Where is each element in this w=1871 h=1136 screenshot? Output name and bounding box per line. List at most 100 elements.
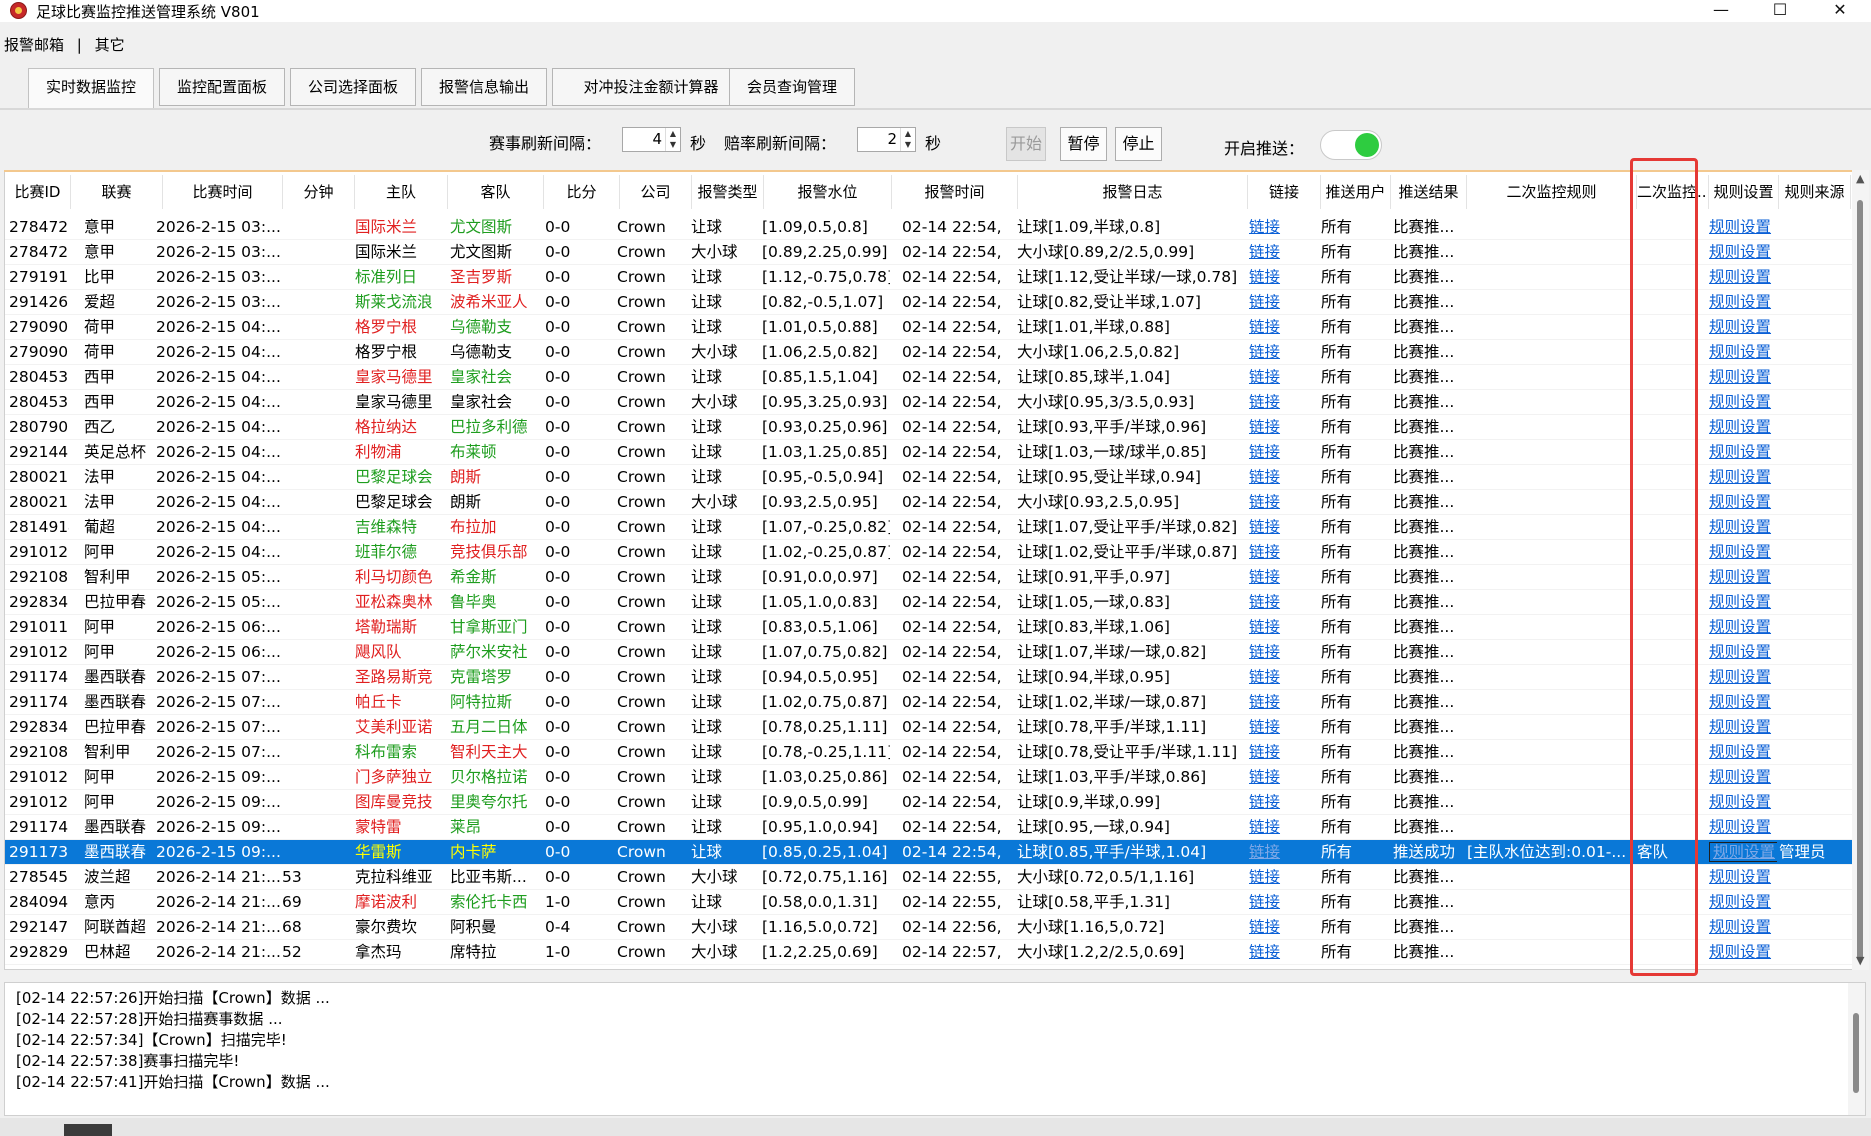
table-row[interactable]: 2928347 巴拉甲春 2026-2-15 07:... 艾美利亚诺五月二日体 0-0… [5, 715, 1853, 740]
rule-setting-link[interactable]: 规则设置 [1709, 793, 1771, 811]
table-row[interactable]: 2807903 西乙 2026-2-15 04:... 格拉纳达 巴拉多利德 0-0 Cro… [5, 415, 1853, 440]
pause-button[interactable]: 暂停 [1060, 127, 1107, 161]
header-secondary-rule[interactable]: 二次监控规则 [1467, 175, 1637, 209]
scroll-down-icon[interactable]: ▼ [1856, 954, 1864, 967]
link-cell[interactable]: 链接 [1249, 290, 1319, 315]
table-row[interactable]: 2910119 阿甲 2026-2-15 06:... 塔勒瑞斯 甘拿斯亚门 0-0 Cro… [5, 615, 1853, 640]
match-link[interactable]: 链接 [1249, 368, 1280, 386]
link-cell[interactable]: 链接 [1249, 415, 1319, 440]
header-alarm-odds[interactable]: 报警水位 [764, 175, 892, 209]
log-scroll-thumb[interactable] [1853, 1013, 1859, 1093]
rule-setting-link[interactable]: 规则设置 [1709, 493, 1771, 511]
link-cell[interactable]: 链接 [1249, 515, 1319, 540]
rule-setting-link[interactable]: 规则设置 [1709, 443, 1771, 461]
tab-hedge-calculator[interactable]: 对冲投注金额计算器 [552, 68, 750, 106]
table-row[interactable]: 2804531 西甲 2026-2-15 04:... 皇家马德里皇家社会 0-0 Cro… [5, 390, 1853, 415]
tab-member-query[interactable]: 会员查询管理 [729, 68, 855, 106]
rule-setting-link[interactable]: 规则设置 [1709, 265, 1777, 290]
match-link[interactable]: 链接 [1249, 743, 1280, 761]
rule-setting-link[interactable]: 规则设置 [1709, 815, 1777, 840]
maximize-button[interactable]: ☐ [1755, 0, 1805, 22]
rule-setting-link[interactable]: 规则设置 [1709, 365, 1777, 390]
rule-setting-link[interactable]: 规则设置 [1709, 943, 1771, 961]
table-row[interactable]: 2790906 荷甲 2026-2-15 04:... 格罗宁根 乌德勒支 0-0 Crow… [5, 315, 1853, 340]
header-link[interactable]: 链接 [1248, 175, 1321, 209]
match-link[interactable]: 链接 [1249, 843, 1280, 861]
link-cell[interactable]: 链接 [1249, 565, 1319, 590]
menu-item-other[interactable]: 其它 [95, 34, 125, 55]
link-cell[interactable]: 链接 [1249, 240, 1319, 265]
match-refresh-spinner[interactable]: 4 ▲ ▼ [622, 127, 681, 152]
push-toggle[interactable] [1320, 130, 1382, 160]
match-link[interactable]: 链接 [1249, 393, 1280, 411]
header-away-team[interactable]: 客队 [448, 175, 544, 209]
match-link[interactable]: 链接 [1249, 468, 1280, 486]
link-cell[interactable]: 链接 [1249, 765, 1319, 790]
tab-realtime-monitor[interactable]: 实时数据监控 [28, 68, 154, 109]
table-row[interactable]: 2911739 墨西联春 2026-2-15 09:... 华雷斯 内卡萨 0-0 Crow… [5, 840, 1853, 865]
link-cell[interactable]: 链接 [1249, 840, 1319, 865]
tab-company-select[interactable]: 公司选择面板 [290, 68, 416, 106]
link-cell[interactable]: 链接 [1249, 740, 1319, 765]
match-link[interactable]: 链接 [1249, 618, 1280, 636]
rule-setting-link[interactable]: 规则设置 [1709, 915, 1777, 940]
start-button[interactable]: 开始 [1006, 127, 1046, 161]
rule-setting-link[interactable]: 规则设置 [1709, 818, 1771, 836]
scroll-thumb[interactable] [1857, 200, 1863, 960]
link-cell[interactable]: 链接 [1249, 215, 1319, 240]
rule-setting-link[interactable]: 规则设置 [1709, 640, 1777, 665]
stop-button[interactable]: 停止 [1115, 127, 1162, 161]
table-vertical-scrollbar[interactable]: ▲ ▼ [1852, 170, 1869, 970]
table-row[interactable]: 2791912 比甲 2026-2-15 03:... 标准列日 圣吉罗斯 0-0 Crow… [5, 265, 1853, 290]
table-row[interactable]: 2910126 阿甲 2026-2-15 09:... 门多萨独立贝尔格拉诺 0-0 Cr… [5, 765, 1853, 790]
header-rule-source[interactable]: 规则来源 [1779, 175, 1851, 209]
link-cell[interactable]: 链接 [1249, 490, 1319, 515]
spinner-arrows-icon[interactable]: ▲ ▼ [900, 128, 915, 151]
table-row[interactable]: 2800215 法甲 2026-2-15 04:... 巴黎足球会朗斯 0-0 Crown… [5, 490, 1853, 515]
rule-setting-link[interactable]: 规则设置 [1709, 568, 1771, 586]
link-cell[interactable]: 链接 [1249, 940, 1319, 965]
table-row[interactable]: 2914260 爱超 2026-2-15 03:... 斯莱戈流浪波希米亚人 0-0 Cr… [5, 290, 1853, 315]
rule-setting-link[interactable]: 规则设置 [1709, 415, 1777, 440]
rule-setting-link[interactable]: 规则设置 [1709, 243, 1771, 261]
link-cell[interactable]: 链接 [1249, 265, 1319, 290]
link-cell[interactable]: 链接 [1249, 365, 1319, 390]
match-link[interactable]: 链接 [1249, 918, 1280, 936]
link-cell[interactable]: 链接 [1249, 715, 1319, 740]
header-company[interactable]: 公司 [620, 175, 692, 209]
link-cell[interactable]: 链接 [1249, 865, 1319, 890]
match-link[interactable]: 链接 [1249, 868, 1280, 886]
rule-setting-link[interactable]: 规则设置 [1709, 318, 1771, 336]
link-cell[interactable]: 链接 [1249, 540, 1319, 565]
header-push-result[interactable]: 推送结果 [1391, 175, 1467, 209]
rule-setting-link[interactable]: 规则设置 [1709, 290, 1777, 315]
table-row[interactable]: 2790906 荷甲 2026-2-15 04:... 格罗宁根 乌德勒支 0-0 Crow… [5, 340, 1853, 365]
link-cell[interactable]: 链接 [1249, 440, 1319, 465]
rule-setting-link[interactable]: 规则设置 [1709, 418, 1771, 436]
rule-setting-link[interactable]: 规则设置 [1709, 618, 1771, 636]
header-home-team[interactable]: 主队 [355, 175, 448, 209]
link-cell[interactable]: 链接 [1249, 790, 1319, 815]
link-cell[interactable]: 链接 [1249, 390, 1319, 415]
rule-setting-link[interactable]: 规则设置 [1709, 390, 1777, 415]
rule-setting-link[interactable]: 规则设置 [1709, 665, 1777, 690]
header-match-time[interactable]: 比赛时间 [163, 175, 283, 209]
table-row[interactable]: 2911742 墨西联春 2026-2-15 09:... 蒙特雷 莱昂 0-0 Crown… [5, 815, 1853, 840]
log-scrollbar[interactable] [1848, 983, 1865, 1115]
minimize-button[interactable]: — [1696, 0, 1746, 22]
table-row[interactable]: 2928348 巴拉甲春 2026-2-15 05:... 亚松森奥林鲁毕奥 0-0 Cr… [5, 590, 1853, 615]
header-alarm-type[interactable]: 报警类型 [692, 175, 764, 209]
header-match-id[interactable]: 比赛ID [5, 175, 71, 209]
table-row[interactable]: 2921475 阿联酋超 2026-2-14 21:...68 豪尔费坎 阿积曼 0-4 C… [5, 915, 1853, 940]
header-league[interactable]: 联赛 [71, 175, 163, 209]
table-row[interactable]: 2910128 阿甲 2026-2-15 06:... 飓风队 萨尔米安社 0-0 Crow… [5, 640, 1853, 665]
match-link[interactable]: 链接 [1249, 893, 1280, 911]
match-link[interactable]: 链接 [1249, 418, 1280, 436]
match-link[interactable]: 链接 [1249, 568, 1280, 586]
match-link[interactable]: 链接 [1249, 343, 1280, 361]
header-score[interactable]: 比分 [544, 175, 620, 209]
link-cell[interactable]: 链接 [1249, 590, 1319, 615]
match-link[interactable]: 链接 [1249, 443, 1280, 461]
rule-setting-link[interactable]: 规则设置 [1709, 593, 1771, 611]
link-cell[interactable]: 链接 [1249, 665, 1319, 690]
